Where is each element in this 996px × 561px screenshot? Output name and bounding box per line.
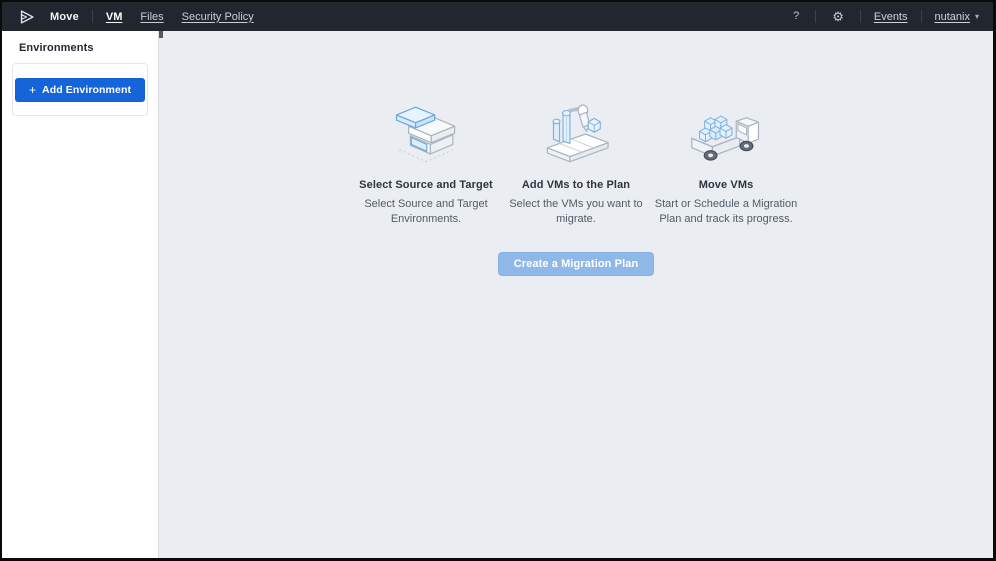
nav-right-group: ? ⚙ Events nutanix ▾: [790, 8, 979, 25]
nav-tabs: VM Files Security Policy: [106, 11, 254, 23]
help-button[interactable]: ?: [790, 9, 802, 24]
content-area: Environments + Add Environment: [2, 31, 993, 558]
step-add-vms: Add VMs to the Plan Select the VMs you w…: [501, 95, 651, 227]
step-title: Add VMs to the Plan: [501, 179, 651, 191]
nutanix-logo-icon: [17, 7, 37, 27]
step-title: Select Source and Target: [351, 179, 501, 191]
source-target-stack-illustration: [351, 95, 501, 169]
crane-loader-illustration: [501, 95, 651, 169]
add-environment-label: Add Environment: [42, 84, 131, 96]
gear-icon[interactable]: ⚙: [829, 8, 847, 25]
tab-vm[interactable]: VM: [106, 11, 123, 23]
step-description: Select the VMs you want to migrate.: [501, 197, 651, 227]
add-environment-button[interactable]: + Add Environment: [15, 78, 145, 102]
step-move-vms: Move VMs Start or Schedule a Migration P…: [651, 95, 801, 227]
move-app-window: Move VM Files Security Policy ? ⚙ Events…: [0, 0, 996, 561]
tab-files[interactable]: Files: [140, 11, 163, 23]
create-plan-row: Create a Migration Plan: [159, 252, 993, 276]
step-description: Start or Schedule a Migration Plan and t…: [651, 197, 801, 227]
step-description: Select Source and Target Environments.: [351, 197, 501, 227]
environments-sidebar: Environments + Add Environment: [2, 31, 159, 558]
step-select-source-target: Select Source and Target Select Source a…: [351, 95, 501, 227]
onboarding-steps: Select Source and Target Select Source a…: [159, 31, 993, 227]
step-title: Move VMs: [651, 179, 801, 191]
tab-security-policy[interactable]: Security Policy: [182, 11, 254, 23]
nav-divider: [92, 10, 93, 23]
nav-divider: [921, 10, 922, 23]
truck-illustration: [651, 95, 801, 169]
user-menu[interactable]: nutanix ▾: [935, 11, 980, 23]
top-navbar: Move VM Files Security Policy ? ⚙ Events…: [2, 2, 993, 31]
user-menu-label: nutanix: [935, 11, 970, 23]
nav-divider: [860, 10, 861, 23]
events-link[interactable]: Events: [874, 11, 908, 23]
chevron-down-icon: ▾: [975, 13, 979, 21]
sidebar-title: Environments: [12, 42, 148, 54]
scrollbar-thumb[interactable]: [159, 31, 163, 38]
plus-icon: +: [29, 84, 36, 96]
main-panel: Select Source and Target Select Source a…: [159, 31, 993, 558]
environments-card: + Add Environment: [12, 63, 148, 116]
create-migration-plan-button[interactable]: Create a Migration Plan: [498, 252, 655, 276]
app-title: Move: [50, 11, 79, 23]
nav-divider: [815, 10, 816, 23]
